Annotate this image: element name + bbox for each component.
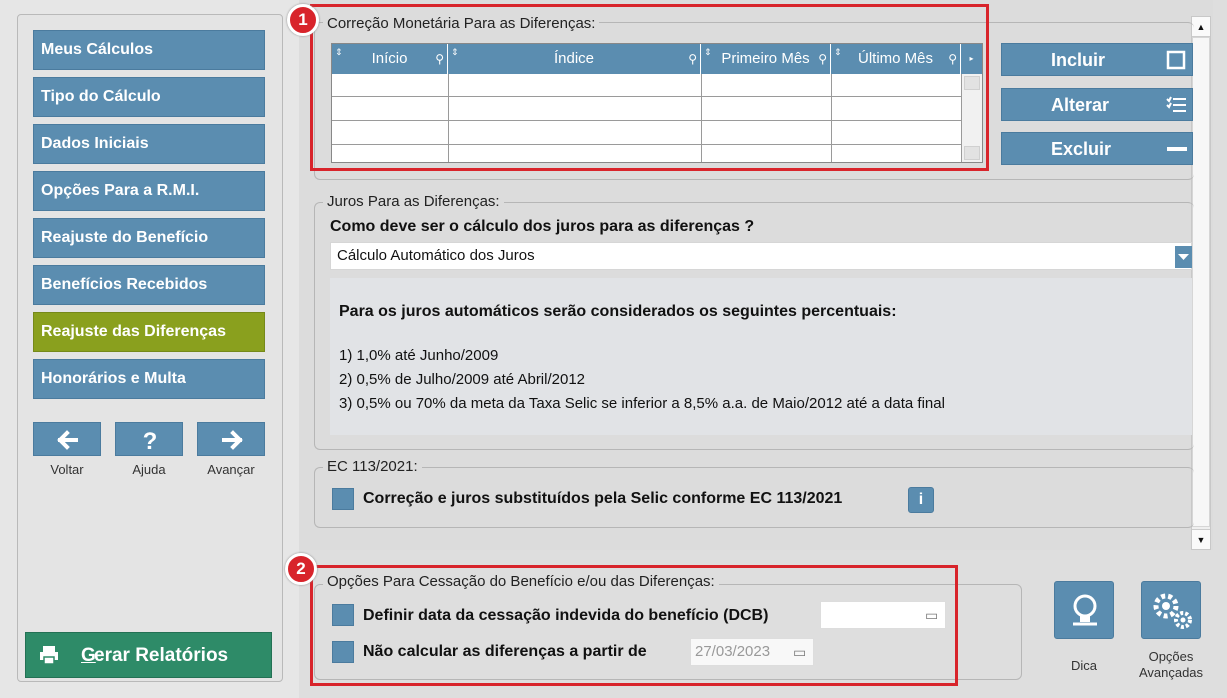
opcoes-label-2: Avançadas — [1138, 665, 1204, 680]
info-icon[interactable]: i — [908, 487, 934, 513]
nav-meus-calculos[interactable]: Meus Cálculos — [33, 30, 265, 70]
scroll-thumb[interactable] — [1192, 37, 1210, 527]
opcoes-label-1: Opções — [1148, 649, 1194, 664]
avancar-button[interactable] — [197, 422, 265, 456]
badge-1: 1 — [287, 4, 319, 36]
list-edit-icon — [1166, 96, 1186, 112]
arrow-left-icon — [57, 430, 78, 450]
ec-selic-label: Correção e juros substituídos pela Selic… — [363, 490, 843, 507]
juros-info-heading: Para os juros automáticos serão consider… — [339, 303, 897, 320]
juros-info-line: 3) 0,5% ou 70% da meta da Taxa Selic se … — [339, 395, 945, 412]
juros-title: Juros Para as Diferenças: — [323, 193, 504, 210]
nav-honorarios-e-multa[interactable]: Honorários e Multa — [33, 359, 265, 399]
ajuda-label: Ajuda — [132, 462, 166, 477]
vertical-scrollbar[interactable]: ▲ ▼ — [1191, 16, 1211, 550]
printer-icon — [40, 646, 58, 665]
badge-2: 2 — [285, 553, 317, 585]
voltar-button[interactable] — [33, 422, 101, 456]
scroll-down-icon[interactable]: ▼ — [1192, 529, 1210, 549]
nav-reajuste-das-diferencas[interactable]: Reajuste das Diferenças — [33, 312, 265, 352]
nav-tipo-do-calculo[interactable]: Tipo do Cálculo — [33, 77, 265, 117]
juros-info-panel: Para os juros automáticos serão consider… — [330, 278, 1192, 435]
dica-button[interactable] — [1054, 581, 1114, 639]
alterar-button[interactable]: Alterar — [1001, 88, 1193, 121]
voltar-label: Voltar — [50, 462, 84, 477]
juros-select[interactable]: Cálculo Automático dos Juros — [330, 242, 1192, 270]
square-icon — [1166, 50, 1186, 70]
ajuda-button[interactable]: ? — [115, 422, 183, 456]
gerar-label: erar Relatórios — [94, 645, 229, 666]
dica-label: Dica — [1070, 658, 1097, 673]
juros-info-line: 1) 1,0% até Junho/2009 — [339, 347, 499, 364]
opcoes-avancadas-button[interactable] — [1141, 581, 1201, 639]
nav-beneficios-recebidos[interactable]: Benefícios Recebidos — [33, 265, 265, 305]
excluir-button[interactable]: Excluir — [1001, 132, 1193, 165]
avancar-label: Avançar — [207, 462, 255, 477]
highlight-box-1 — [310, 4, 989, 171]
ec-selic-checkbox[interactable] — [332, 488, 354, 510]
juros-question: Como deve ser o cálculo dos juros para a… — [330, 218, 755, 235]
gerar-relatorios-button[interactable]: G erar Relatórios — [25, 632, 272, 678]
arrow-right-icon — [222, 430, 243, 450]
incluir-button[interactable]: Incluir — [1001, 43, 1193, 76]
dropdown-arrow-icon[interactable] — [1175, 246, 1192, 268]
scroll-up-icon[interactable]: ▲ — [1192, 17, 1210, 37]
nav-opcoes-rmi[interactable]: Opções Para a R.M.I. — [33, 171, 265, 211]
nav-dados-iniciais[interactable]: Dados Iniciais — [33, 124, 265, 164]
minus-icon — [1167, 147, 1187, 151]
svg-text:?: ? — [143, 428, 158, 455]
highlight-box-2 — [310, 565, 958, 686]
question-icon: ? — [143, 428, 158, 455]
juros-info-line: 2) 0,5% de Julho/2009 até Abril/2012 — [339, 371, 586, 388]
lightbulb-icon — [1073, 594, 1097, 626]
gears-icon — [1153, 593, 1192, 629]
juros-select-value: Cálculo Automático dos Juros — [337, 247, 535, 264]
nav-reajuste-do-beneficio[interactable]: Reajuste do Benefício — [33, 218, 265, 258]
ec-title: EC 113/2021: — [323, 458, 422, 475]
